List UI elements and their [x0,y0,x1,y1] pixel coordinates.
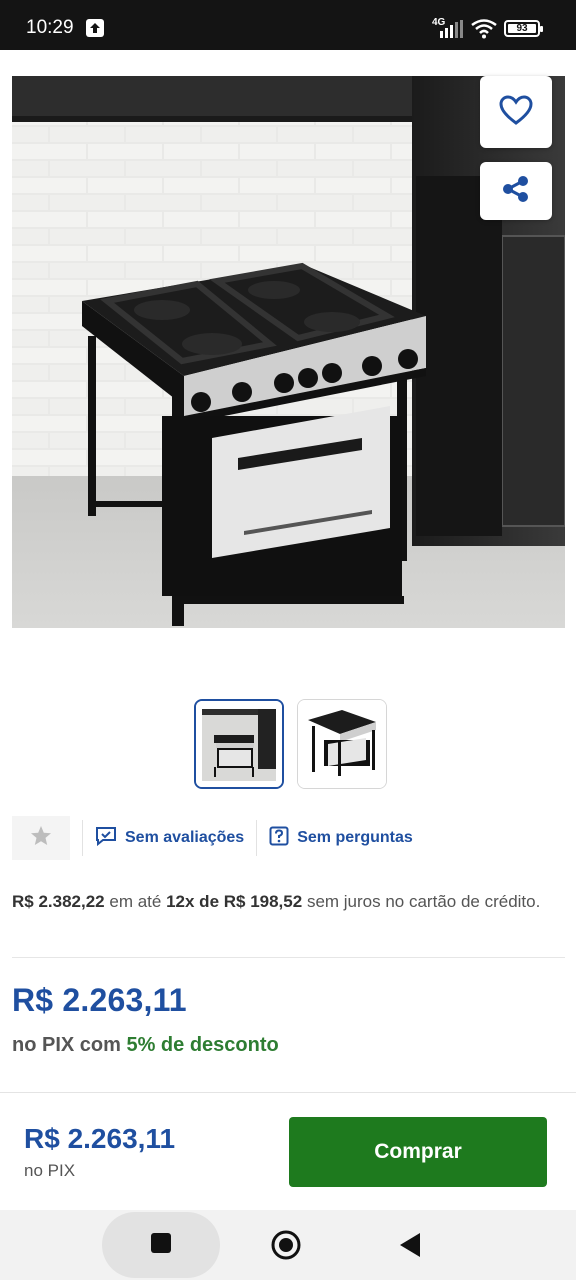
reviews-link[interactable]: Sem avaliações [95,826,244,851]
bottom-bar: R$ 2.263,11 no PIX Comprar [0,1092,576,1210]
back-button[interactable] [398,1232,422,1263]
thumbnail-1[interactable] [194,699,284,789]
favorite-button[interactable] [480,76,552,148]
question-icon [269,826,297,851]
buy-button[interactable]: Comprar [289,1117,547,1187]
divider [256,820,258,856]
thumbnail-2[interactable] [297,699,387,789]
wifi-icon [471,19,497,44]
questions-link[interactable]: Sem perguntas [269,826,413,851]
reviews-label: Sem avaliações [125,829,245,846]
heart-icon [499,94,533,130]
pix-discount: 5% de desconto [126,1034,279,1056]
share-button[interactable] [480,162,552,220]
star-icon [30,825,52,852]
rating-row: Sem avaliações Sem perguntas [12,816,565,860]
installment-text-1: em até [109,892,162,911]
signal-icon [440,20,464,43]
back-triangle-icon [398,1233,422,1262]
recents-button[interactable] [102,1212,220,1278]
system-nav-bar [0,1210,576,1280]
status-time: 10:29 [26,17,74,38]
battery-icon: 93 [504,20,543,37]
installment-info: R$ 2.382,22 em até 12x de R$ 198,52 sem … [12,886,552,917]
pix-price: R$ 2.263,11 [12,982,187,1018]
home-button[interactable] [270,1229,302,1266]
battery-level: 93 [508,24,536,34]
circle-icon [270,1230,302,1265]
square-icon [150,1232,172,1259]
pix-discount-line: no PIX com 5% de desconto [12,1034,279,1057]
review-icon [95,826,125,851]
questions-label: Sem perguntas [297,829,413,846]
full-price: R$ 2.382,22 [12,892,105,911]
divider [82,820,83,856]
bottom-pix-label: no PIX [24,1161,76,1180]
pix-text: no PIX com [12,1034,121,1056]
bottom-price: R$ 2.263,11 [24,1123,176,1154]
installment-text-2: sem juros no cartão de crédito. [306,892,541,911]
rating-star[interactable] [12,816,70,860]
product-main-image[interactable] [12,76,565,628]
upload-icon [86,19,104,37]
installment-plan: 12x de R$ 198,52 [166,892,303,911]
share-icon [501,174,531,209]
status-bar: 10:29 4G 93 [0,0,576,50]
divider [12,957,565,958]
